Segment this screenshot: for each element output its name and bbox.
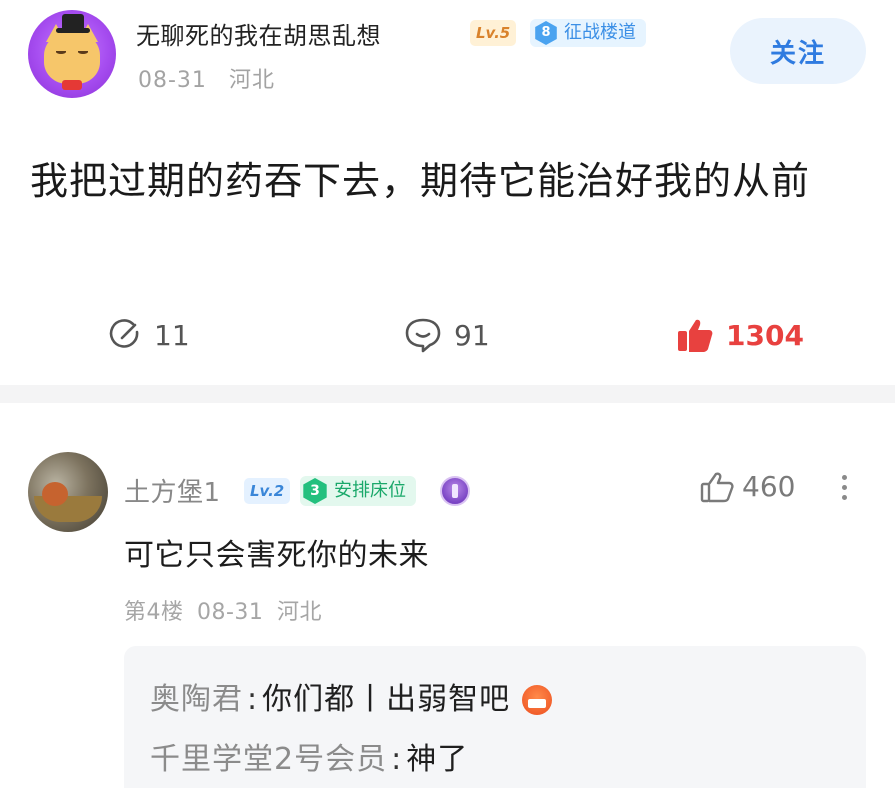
cat-eye-right [78,50,88,54]
comment-floor-badge-icon: 3 [303,478,327,504]
comment-floor: 第4楼 [124,600,184,625]
reply-item[interactable]: 奥陶君 : 你们都丨出弱智吧 [150,670,840,730]
reply-item[interactable]: 千里学堂2号会员 : 神了 [150,730,840,788]
reply-author[interactable]: 千里学堂2号会员 [150,730,387,788]
comment-floor-badge-label: 安排床位 [334,480,406,501]
thumbs-up-icon [678,319,713,352]
medal-icon [440,476,470,506]
follow-button[interactable]: 关注 [730,18,866,84]
comment-username[interactable]: 土方堡1 [124,472,221,509]
post-meta: 08-31 河北 [138,62,275,94]
reply-colon: : [391,742,403,777]
post-location: 河北 [228,68,275,93]
comment-like-button[interactable]: 460 [700,470,795,503]
reply-text: 神了 [406,742,469,777]
reply-text: 你们都丨出弱智吧 [262,682,511,717]
post-actions: 11 91 1304 [0,310,895,360]
comment-like-count: 460 [742,470,796,503]
comment-count: 91 [454,318,490,352]
reply-colon: : [247,682,259,717]
cat-bow [62,80,82,90]
cat-hat [56,14,90,33]
grimace-emoji-icon [522,685,553,715]
avatar[interactable] [28,10,116,98]
comment-avatar[interactable] [28,452,108,532]
share-button[interactable]: 11 [108,310,190,360]
comment-button[interactable]: 91 [404,310,490,360]
level-badge: Lv.5 [470,20,517,46]
more-options-icon[interactable] [834,470,854,510]
floor-badge: 8 征战楼道 [530,19,646,47]
like-button[interactable]: 1304 [676,310,804,360]
post-text: 我把过期的药吞下去，期待它能治好我的从前 [30,159,811,203]
avatar-fruit [42,482,68,506]
comment-location: 河北 [276,600,322,625]
reply-author[interactable]: 奥陶君 [150,670,243,730]
post-date: 08-31 [138,68,207,93]
post-username[interactable]: 无聊死的我在胡思乱想 [136,16,381,51]
like-count: 1304 [726,318,804,352]
comment-date: 08-31 [197,600,264,625]
thumbs-up-outline-icon [700,472,734,502]
comment-icon [405,318,441,353]
floor-badge-label: 征战楼道 [564,22,636,43]
comment-text: 可它只会害死你的未来 [124,538,429,573]
section-divider [0,385,895,403]
comment-floor-badge: 3 安排床位 [300,476,416,506]
share-icon [109,319,139,348]
comment-meta: 第4楼 08-31 河北 [124,594,322,626]
replies-box[interactable]: 奥陶君 : 你们都丨出弱智吧 千里学堂2号会员 : 神了 [124,646,866,788]
floor-badge-icon: 8 [535,21,557,45]
cat-eye-left [56,50,66,54]
cat-face [44,32,100,84]
comment-level-badge: Lv.2 [244,478,291,504]
post-card: 无聊死的我在胡思乱想 Lv.5 8 征战楼道 08-31 河北 关注 我把过期的… [0,0,895,385]
share-count: 11 [154,318,190,352]
